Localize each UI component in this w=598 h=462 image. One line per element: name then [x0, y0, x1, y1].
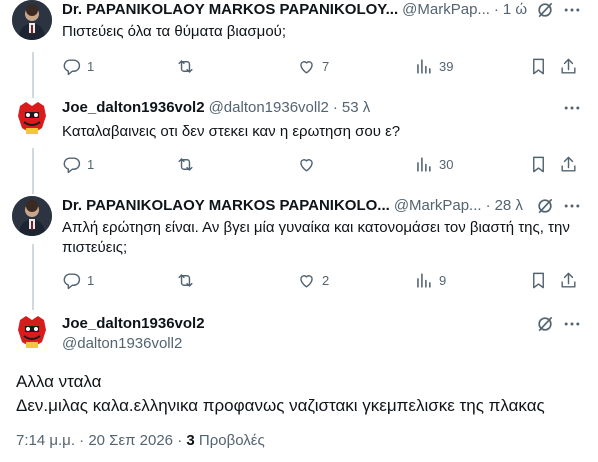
views-icon [417, 156, 431, 172]
tweet-text: Αλλα νταλα Δεν.μιλας καλα.ελληνικα προφα… [16, 370, 582, 418]
repost-button[interactable] [176, 56, 201, 76]
reply-icon [63, 58, 81, 75]
share-button[interactable] [559, 270, 578, 290]
action-bar: 1 7 39 [62, 56, 588, 76]
reply-count: 1 [87, 272, 95, 288]
share-icon [561, 58, 576, 74]
separator: · [485, 197, 491, 214]
reply-count: 1 [87, 58, 95, 74]
separator: · [177, 432, 183, 449]
views-count: 39 [439, 58, 454, 74]
views-button[interactable]: 39 [414, 56, 453, 76]
display-name[interactable]: Joe_dalton1936vol2 [62, 314, 205, 334]
display-name[interactable]: Dr. PAPANIKOLAOY MARKOS PAPANIKOLOY... [62, 0, 398, 20]
views-count: 3 [186, 432, 195, 449]
repost-icon [178, 59, 193, 73]
action-bar: 1 30 [62, 154, 588, 174]
timestamp[interactable]: 1 ώ [503, 0, 527, 20]
timestamp[interactable]: 28 λ [495, 196, 523, 216]
separator: · [79, 432, 85, 449]
reply-count: 1 [87, 156, 95, 172]
views-count: 30 [439, 156, 454, 172]
bookmark-button[interactable] [529, 154, 548, 174]
tweet-header: Joe_dalton1936vol2 @dalton1936voll2 · 53… [62, 98, 532, 118]
views-icon [417, 58, 431, 74]
avatar[interactable] [12, 98, 52, 138]
more-icon[interactable] [562, 196, 582, 216]
tweet-header: Dr. PAPANIKOLAOY MARKOS PAPANIKOLOY... @… [62, 0, 532, 20]
bookmark-button[interactable] [529, 56, 548, 76]
tweet-meta: 7:14 μ.μ. · 20 Σεπ 2026 · 3 Προβολές [16, 431, 265, 451]
tweet-text: Καταλαβαινεις οτι δεν στεκει καν η ερωτη… [62, 123, 401, 140]
user-handle[interactable]: @dalton1936voll2 [209, 98, 329, 118]
avatar[interactable] [12, 0, 52, 40]
reply-tweet[interactable]: Dr. PAPANIKOLAOY MARKOS PAPANIKOLO... @M… [0, 194, 598, 310]
views-label: Προβολές [198, 432, 265, 449]
views-icon [417, 272, 431, 288]
bookmark-icon [533, 156, 544, 172]
user-handle[interactable]: @MarkPap... [402, 0, 490, 20]
avatar[interactable] [12, 196, 52, 236]
like-count: 2 [322, 272, 330, 288]
tweet-time[interactable]: 7:14 μ.μ. [16, 432, 75, 449]
tweet-text: Πιστεύεις όλα τα θύματα βιασμού; [62, 23, 287, 40]
repost-button[interactable] [176, 154, 201, 174]
repost-icon [178, 273, 193, 287]
grok-icon[interactable] [535, 314, 555, 334]
views-button[interactable]: 9 [414, 270, 446, 290]
grok-icon[interactable] [535, 0, 555, 20]
more-icon[interactable] [562, 0, 582, 20]
tweet-text: Απλή ερώτηση είναι. Αν βγει μία γυναίκα … [62, 219, 570, 256]
views-count: 9 [439, 272, 447, 288]
views-button[interactable]: 30 [414, 154, 453, 174]
like-icon [300, 274, 313, 288]
like-icon [300, 158, 313, 172]
like-button[interactable]: 7 [297, 56, 329, 76]
reply-tweet[interactable]: Dr. PAPANIKOLAOY MARKOS PAPANIKOLOY... @… [0, 0, 598, 96]
like-button[interactable]: 2 [297, 270, 329, 290]
more-icon[interactable] [562, 314, 582, 334]
more-icon[interactable] [562, 98, 582, 118]
share-button[interactable] [559, 56, 578, 76]
tweet-text-line: Δεν.μιλας καλα.ελληνικα προφανως ναζιστα… [16, 396, 545, 415]
bookmark-button[interactable] [529, 270, 548, 290]
reply-icon [63, 272, 81, 289]
reply-button[interactable]: 1 [62, 56, 94, 76]
tweet-text-line: Αλλα νταλα [16, 372, 102, 391]
reply-icon [63, 156, 81, 173]
separator: · [493, 1, 499, 18]
repost-button[interactable] [176, 270, 201, 290]
display-name[interactable]: Joe_dalton1936vol2 [62, 98, 205, 118]
like-icon [300, 60, 313, 74]
repost-icon [178, 157, 193, 171]
avatar[interactable] [12, 312, 52, 352]
share-icon [561, 156, 576, 172]
share-button[interactable] [559, 154, 578, 174]
tweet-header: Dr. PAPANIKOLAOY MARKOS PAPANIKOLO... @M… [62, 196, 532, 216]
bookmark-icon [533, 272, 544, 288]
reply-button[interactable]: 1 [62, 154, 94, 174]
reply-button[interactable]: 1 [62, 270, 94, 290]
bookmark-icon [533, 58, 544, 74]
action-bar: 1 2 9 [62, 270, 588, 290]
separator: · [332, 99, 338, 116]
grok-icon[interactable] [535, 196, 555, 216]
share-icon [561, 272, 576, 288]
user-handle[interactable]: @dalton1936voll2 [62, 334, 182, 354]
like-button[interactable] [297, 154, 322, 174]
like-count: 7 [322, 58, 330, 74]
timestamp[interactable]: 53 λ [342, 98, 370, 118]
reply-tweet[interactable]: Joe_dalton1936vol2 @dalton1936voll2 · 53… [0, 98, 598, 194]
user-handle[interactable]: @MarkPap... [394, 196, 482, 216]
tweet-date[interactable]: 20 Σεπ 2026 [88, 432, 173, 449]
display-name[interactable]: Dr. PAPANIKOLAOY MARKOS PAPANIKOLO... [62, 196, 390, 216]
